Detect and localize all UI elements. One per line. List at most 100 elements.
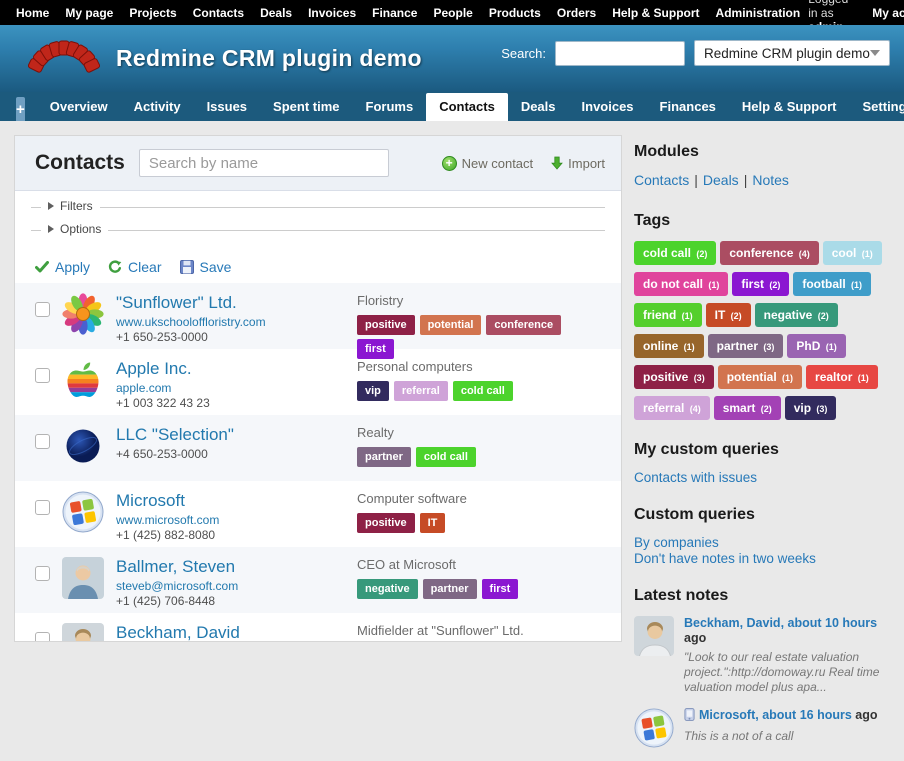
tab-forums[interactable]: Forums [353,93,427,121]
top-menu-item-orders[interactable]: Orders [549,6,604,20]
top-menu-item-my-page[interactable]: My page [57,6,121,20]
sidebar-tag-football[interactable]: football (1) [793,272,871,296]
contact-website-link[interactable]: www.ukschooloffloristry.com [116,315,357,330]
top-menu-item-contacts[interactable]: Contacts [185,6,252,20]
top-menu-item-deals[interactable]: Deals [252,6,300,20]
project-selector[interactable]: Redmine CRM plugin demo [694,40,890,66]
my-account-link[interactable]: My account [864,6,904,20]
tag-partner[interactable]: partner [423,579,477,599]
custom-query-by-companies[interactable]: By companies [634,535,896,551]
contacts-panel: Contacts + New contact Import Filters Op… [14,135,622,642]
contact-name-link[interactable]: LLC "Selection" [116,425,357,445]
contact-name-link[interactable]: Beckham, David [116,623,357,642]
contact-tags: partnercold call [357,447,607,471]
contact-website-link[interactable]: apple.com [116,381,357,396]
save-button[interactable]: Save [180,259,232,275]
tag-positive[interactable]: positive [357,513,415,533]
clear-button[interactable]: Clear [108,259,161,275]
tag-conference[interactable]: conference [486,315,561,335]
tag-IT[interactable]: IT [420,513,446,533]
import-button[interactable]: Import [551,156,605,171]
sidebar-tag-vip[interactable]: vip (3) [785,396,837,420]
options-toggle[interactable]: Options [41,222,108,236]
tag-cold-call[interactable]: cold call [416,447,476,467]
custom-query-don-t-have-notes-in-two-weeks[interactable]: Don't have notes in two weeks [634,551,896,567]
contact-name-link[interactable]: Ballmer, Steven [116,557,357,577]
tag-vip[interactable]: vip [357,381,389,401]
search-label: Search: [501,46,546,61]
sidebar-tag-positive[interactable]: positive (3) [634,365,714,389]
global-search-input[interactable] [555,41,685,66]
contact-row: "Sunflower" Ltd. www.ukschooloffloristry… [15,283,621,349]
tab-finances[interactable]: Finances [647,93,729,121]
tab-help-support[interactable]: Help & Support [729,93,850,121]
redmine-logo-icon [28,37,100,83]
sidebar-tag-cool[interactable]: cool (1) [823,241,882,265]
top-menu-item-products[interactable]: Products [481,6,549,20]
tab-overview[interactable]: Overview [37,93,121,121]
contact-checkbox[interactable] [35,368,50,383]
note-item: Microsoft, about 16 hours ago This is a … [634,708,896,748]
top-menu-item-finance[interactable]: Finance [364,6,425,20]
tag-referral[interactable]: referral [394,381,448,401]
latest-notes-list: Beckham, David, about 10 hours ago "Look… [634,616,896,748]
tag-first[interactable]: first [482,579,519,599]
sidebar-tag-first[interactable]: first (2) [732,272,789,296]
tab-activity[interactable]: Activity [121,93,194,121]
module-link-deals[interactable]: Deals [703,172,739,188]
tab-invoices[interactable]: Invoices [569,93,647,121]
sidebar-tag-do-not-call[interactable]: do not call (1) [634,272,728,296]
sidebar-tag-IT[interactable]: IT (2) [706,303,751,327]
tab-settings[interactable]: Settings [850,93,904,121]
tag-cold-call[interactable]: cold call [453,381,513,401]
contact-website-link[interactable]: steveb@microsoft.com [116,579,357,594]
contact-search-input[interactable] [139,149,389,177]
top-menu-item-invoices[interactable]: Invoices [300,6,364,20]
contact-checkbox[interactable] [35,434,50,449]
note-title-link[interactable]: Microsoft, about 16 hours ago [684,708,896,725]
sidebar-tag-potential[interactable]: potential (1) [718,365,802,389]
sidebar-tag-online[interactable]: online (1) [634,334,704,358]
custom-queries: By companiesDon't have notes in two week… [634,535,896,567]
top-menu-item-administration[interactable]: Administration [708,6,809,20]
contact-website-link[interactable]: www.microsoft.com [116,513,357,528]
sidebar-tag-referral[interactable]: referral (4) [634,396,710,420]
sidebar-tag-PhD[interactable]: PhD (1) [787,334,845,358]
sidebar-tag-realtor[interactable]: realtor (1) [806,365,878,389]
contact-name-link[interactable]: Microsoft [116,491,357,511]
contact-name-link[interactable]: Apple Inc. [116,359,357,379]
tag-first[interactable]: first [357,339,394,359]
tag-negative[interactable]: negative [357,579,418,599]
my-query-contacts-with-issues[interactable]: Contacts with issues [634,470,896,486]
add-tab-button[interactable]: + [16,97,25,121]
contact-name-link[interactable]: "Sunflower" Ltd. [116,293,357,313]
apply-button[interactable]: Apply [35,259,90,275]
top-menu-item-home[interactable]: Home [8,6,57,20]
sidebar-tag-negative[interactable]: negative (2) [755,303,838,327]
module-link-notes[interactable]: Notes [752,172,789,188]
contact-checkbox[interactable] [35,500,50,515]
filters-toggle[interactable]: Filters [41,199,100,213]
new-contact-button[interactable]: + New contact [442,156,534,171]
contact-checkbox[interactable] [35,302,50,317]
tag-potential[interactable]: potential [420,315,482,335]
tab-issues[interactable]: Issues [194,93,260,121]
top-menu-item-help-support[interactable]: Help & Support [604,6,707,20]
tag-partner[interactable]: partner [357,447,411,467]
chevron-down-icon [870,50,880,56]
top-menu-item-people[interactable]: People [425,6,480,20]
module-link-contacts[interactable]: Contacts [634,172,689,188]
tag-positive[interactable]: positive [357,315,415,335]
tab-deals[interactable]: Deals [508,93,569,121]
tab-contacts[interactable]: Contacts [426,93,508,121]
contact-checkbox[interactable] [35,566,50,581]
sidebar-tag-cold-call[interactable]: cold call (2) [634,241,716,265]
sidebar-tag-conference[interactable]: conference (4) [720,241,818,265]
contact-role: Midfielder at "Sunflower" Ltd. [357,623,607,638]
sidebar-tag-smart[interactable]: smart (2) [714,396,781,420]
sidebar-tag-partner[interactable]: partner (3) [708,334,784,358]
sidebar-tag-friend[interactable]: friend (1) [634,303,702,327]
contact-checkbox[interactable] [35,632,50,642]
top-menu-item-projects[interactable]: Projects [121,6,184,20]
tab-spent-time[interactable]: Spent time [260,93,352,121]
